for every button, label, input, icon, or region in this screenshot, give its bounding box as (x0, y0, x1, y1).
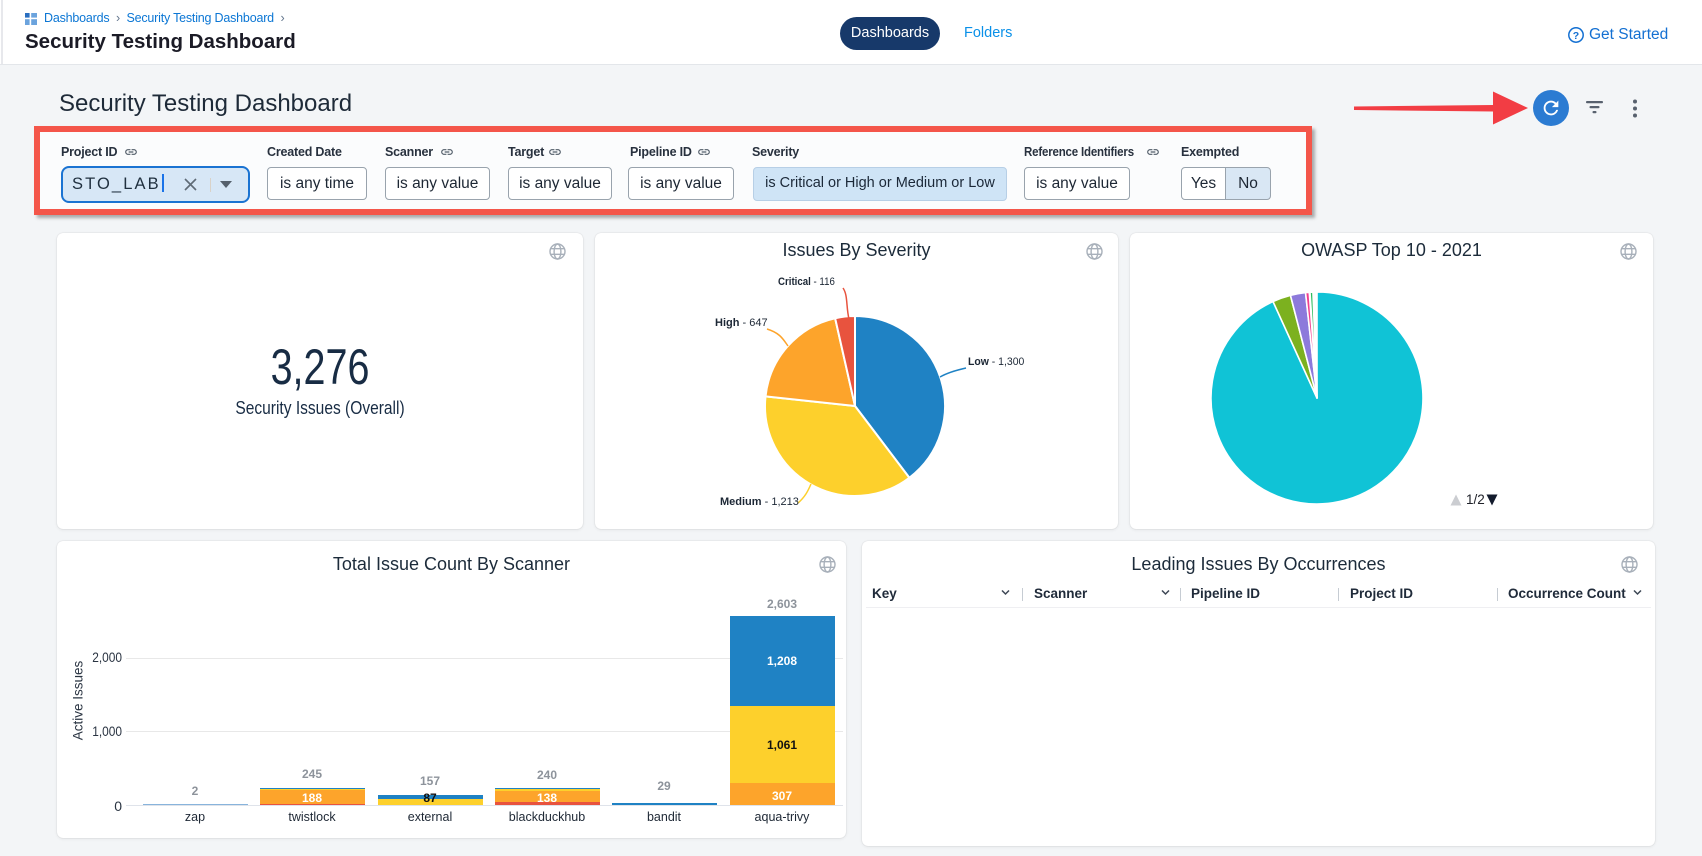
svg-text:?: ? (1573, 30, 1579, 42)
